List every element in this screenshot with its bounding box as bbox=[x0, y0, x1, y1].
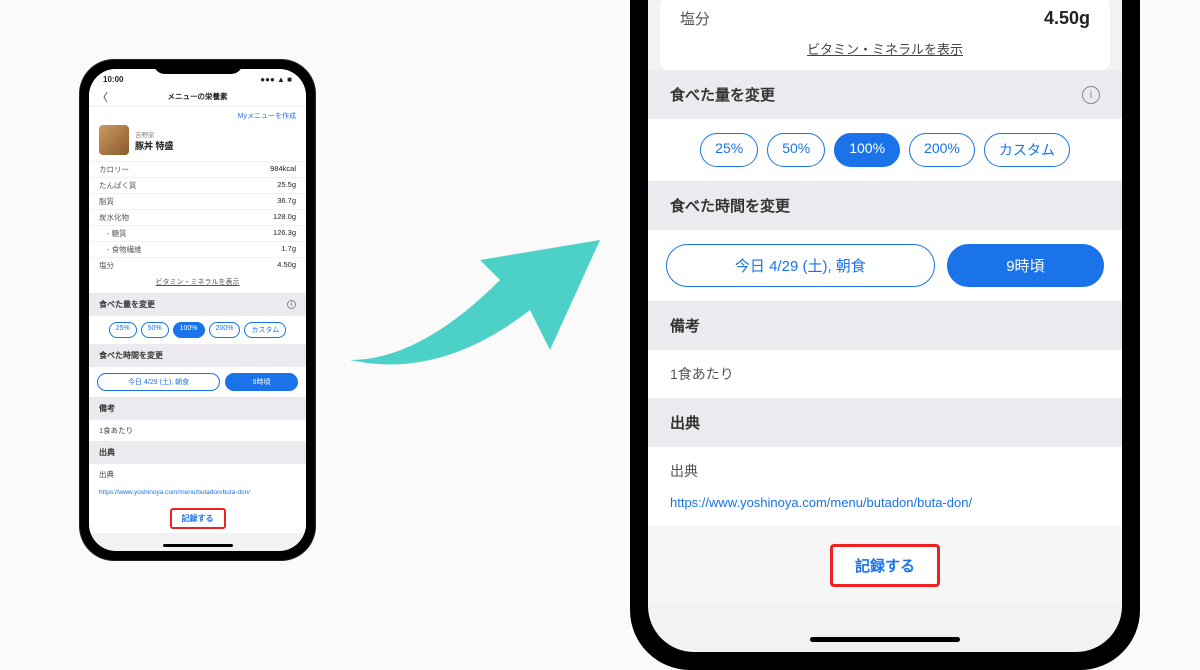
big-btn-hour[interactable]: 9時頃 bbox=[947, 244, 1104, 287]
food-brand: 吉野家 bbox=[135, 129, 174, 139]
phone-mockup-big: 塩分4.50g ビタミン・ミネラルを表示 食べた量を変更i 25% 50% 10… bbox=[630, 0, 1140, 670]
big-pill-100[interactable]: 100% bbox=[834, 133, 900, 167]
big-section-amount: 食べた量を変更i bbox=[648, 70, 1122, 119]
food-name: 豚丼 特盛 bbox=[135, 139, 174, 152]
home-indicator bbox=[163, 544, 233, 547]
section-amount: 食べた量を変更i bbox=[89, 293, 306, 316]
source-label: 出典 bbox=[89, 464, 306, 485]
nutrition-card-tail: 塩分4.50g ビタミン・ミネラルを表示 bbox=[660, 0, 1110, 70]
phone-mockup-small: 10:00 ●●● ▲ ■ 〈 メニューの栄養素 Myメニューを作成 吉野家 豚… bbox=[80, 60, 315, 560]
food-header: 吉野家 豚丼 特盛 bbox=[89, 121, 306, 161]
big-section-notes: 備考 bbox=[648, 301, 1122, 350]
big-btn-date-meal[interactable]: 今日 4/29 (土), 朝食 bbox=[666, 244, 935, 287]
btn-hour[interactable]: 9時頃 bbox=[225, 373, 298, 391]
notes-value: 1食あたり bbox=[89, 420, 306, 441]
status-time: 10:00 bbox=[103, 75, 123, 84]
pill-200[interactable]: 200% bbox=[209, 322, 241, 338]
row-sugar: - 糖質126.3g bbox=[89, 225, 306, 241]
btn-date-meal[interactable]: 今日 4/29 (土), 朝食 bbox=[97, 373, 220, 391]
big-section-time: 食べた時間を変更 bbox=[648, 181, 1122, 230]
info-icon[interactable]: i bbox=[1082, 86, 1100, 104]
source-url[interactable]: https://www.yoshinoya.com/menu/butadon/b… bbox=[89, 485, 306, 502]
notch bbox=[153, 60, 243, 74]
section-source: 出典 bbox=[89, 441, 306, 464]
big-record-button[interactable]: 記録する bbox=[830, 544, 940, 587]
vitamin-link[interactable]: ビタミン・ミネラルを表示 bbox=[89, 273, 306, 293]
pill-25[interactable]: 25% bbox=[109, 322, 137, 338]
status-icons: ●●● ▲ ■ bbox=[260, 75, 292, 84]
row-fat: 脂質36.7g bbox=[89, 193, 306, 209]
row-protein: たんぱく質25.5g bbox=[89, 177, 306, 193]
record-button[interactable]: 記録する bbox=[170, 508, 226, 529]
nav-bar: 〈 メニューの栄養素 bbox=[89, 87, 306, 107]
big-notes-value: 1食あたり bbox=[648, 350, 1122, 398]
row-salt: 塩分4.50g bbox=[89, 257, 306, 273]
arrow-icon bbox=[340, 190, 620, 390]
row-carb: 炭水化物128.0g bbox=[89, 209, 306, 225]
row-calorie: カロリー984kcal bbox=[89, 161, 306, 177]
big-pill-50[interactable]: 50% bbox=[767, 133, 825, 167]
big-source-label: 出典 bbox=[648, 447, 1122, 495]
big-source-url[interactable]: https://www.yoshinoya.com/menu/butadon/b… bbox=[648, 495, 1122, 526]
big-pill-25[interactable]: 25% bbox=[700, 133, 758, 167]
big-pill-200[interactable]: 200% bbox=[909, 133, 975, 167]
big-row-salt: 塩分4.50g bbox=[676, 4, 1094, 33]
section-time: 食べた時間を変更 bbox=[89, 344, 306, 367]
section-notes: 備考 bbox=[89, 397, 306, 420]
screen-small: 10:00 ●●● ▲ ■ 〈 メニューの栄養素 Myメニューを作成 吉野家 豚… bbox=[89, 69, 306, 551]
pill-100[interactable]: 100% bbox=[173, 322, 205, 338]
big-section-source: 出典 bbox=[648, 398, 1122, 447]
big-home-indicator bbox=[810, 637, 960, 642]
screen-big: 塩分4.50g ビタミン・ミネラルを表示 食べた量を変更i 25% 50% 10… bbox=[648, 0, 1122, 652]
record-wrap: 記録する bbox=[89, 502, 306, 533]
pill-custom[interactable]: カスタム bbox=[244, 322, 286, 338]
amount-pills: 25% 50% 100% 200% カスタム bbox=[89, 316, 306, 344]
food-thumbnail bbox=[99, 125, 129, 155]
big-time-row: 今日 4/29 (土), 朝食 9時頃 bbox=[648, 230, 1122, 301]
back-icon[interactable]: 〈 bbox=[97, 89, 108, 105]
big-pill-custom[interactable]: カスタム bbox=[984, 133, 1070, 167]
time-row: 今日 4/29 (土), 朝食 9時頃 bbox=[89, 367, 306, 397]
big-record-wrap: 記録する bbox=[648, 526, 1122, 603]
info-icon[interactable]: i bbox=[287, 300, 296, 309]
pill-50[interactable]: 50% bbox=[141, 322, 169, 338]
big-amount-pills: 25% 50% 100% 200% カスタム bbox=[648, 119, 1122, 181]
row-fiber: - 食物繊維1.7g bbox=[89, 241, 306, 257]
mymenu-link[interactable]: Myメニューを作成 bbox=[89, 107, 306, 121]
big-vitamin-link[interactable]: ビタミン・ミネラルを表示 bbox=[676, 33, 1094, 60]
page-title: メニューの栄養素 bbox=[168, 91, 228, 102]
